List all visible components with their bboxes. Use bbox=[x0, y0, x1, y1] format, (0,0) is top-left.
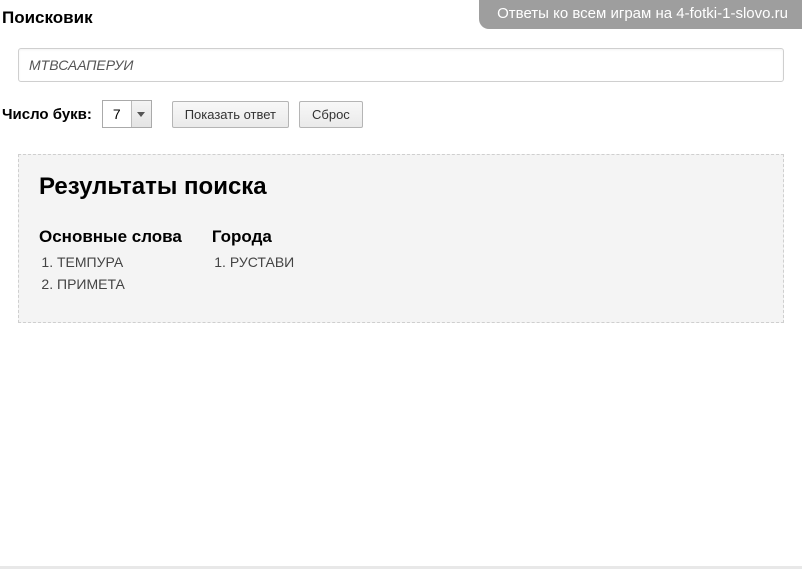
results-list: РУСТАВИ bbox=[212, 251, 294, 273]
results-column: Основные слова ТЕМПУРАПРИМЕТА bbox=[39, 227, 182, 296]
letter-count-value: 7 bbox=[103, 106, 131, 122]
chevron-down-icon bbox=[131, 101, 151, 127]
results-panel: Результаты поиска Основные слова ТЕМПУРАП… bbox=[18, 154, 784, 323]
controls-row: Число букв: 7 Показать ответ Сброс bbox=[18, 100, 784, 128]
reset-button[interactable]: Сброс bbox=[299, 101, 363, 128]
results-column-heading: Города bbox=[212, 227, 294, 247]
letter-count-select[interactable]: 7 bbox=[102, 100, 152, 128]
search-form: Число букв: 7 Показать ответ Сброс Резул… bbox=[0, 28, 802, 323]
show-answer-button[interactable]: Показать ответ bbox=[172, 101, 289, 128]
results-item: ТЕМПУРА bbox=[57, 251, 182, 273]
letter-count-label: Число букв: bbox=[2, 106, 92, 123]
results-title: Результаты поиска bbox=[39, 173, 763, 201]
results-column-heading: Основные слова bbox=[39, 227, 182, 247]
results-column: Города РУСТАВИ bbox=[212, 227, 294, 296]
results-list: ТЕМПУРАПРИМЕТА bbox=[39, 251, 182, 296]
results-item: ПРИМЕТА bbox=[57, 273, 182, 295]
letters-input[interactable] bbox=[18, 48, 784, 82]
results-item: РУСТАВИ bbox=[230, 251, 294, 273]
top-banner: Ответы ко всем играм на 4-fotki-1-slovo.… bbox=[479, 0, 802, 29]
